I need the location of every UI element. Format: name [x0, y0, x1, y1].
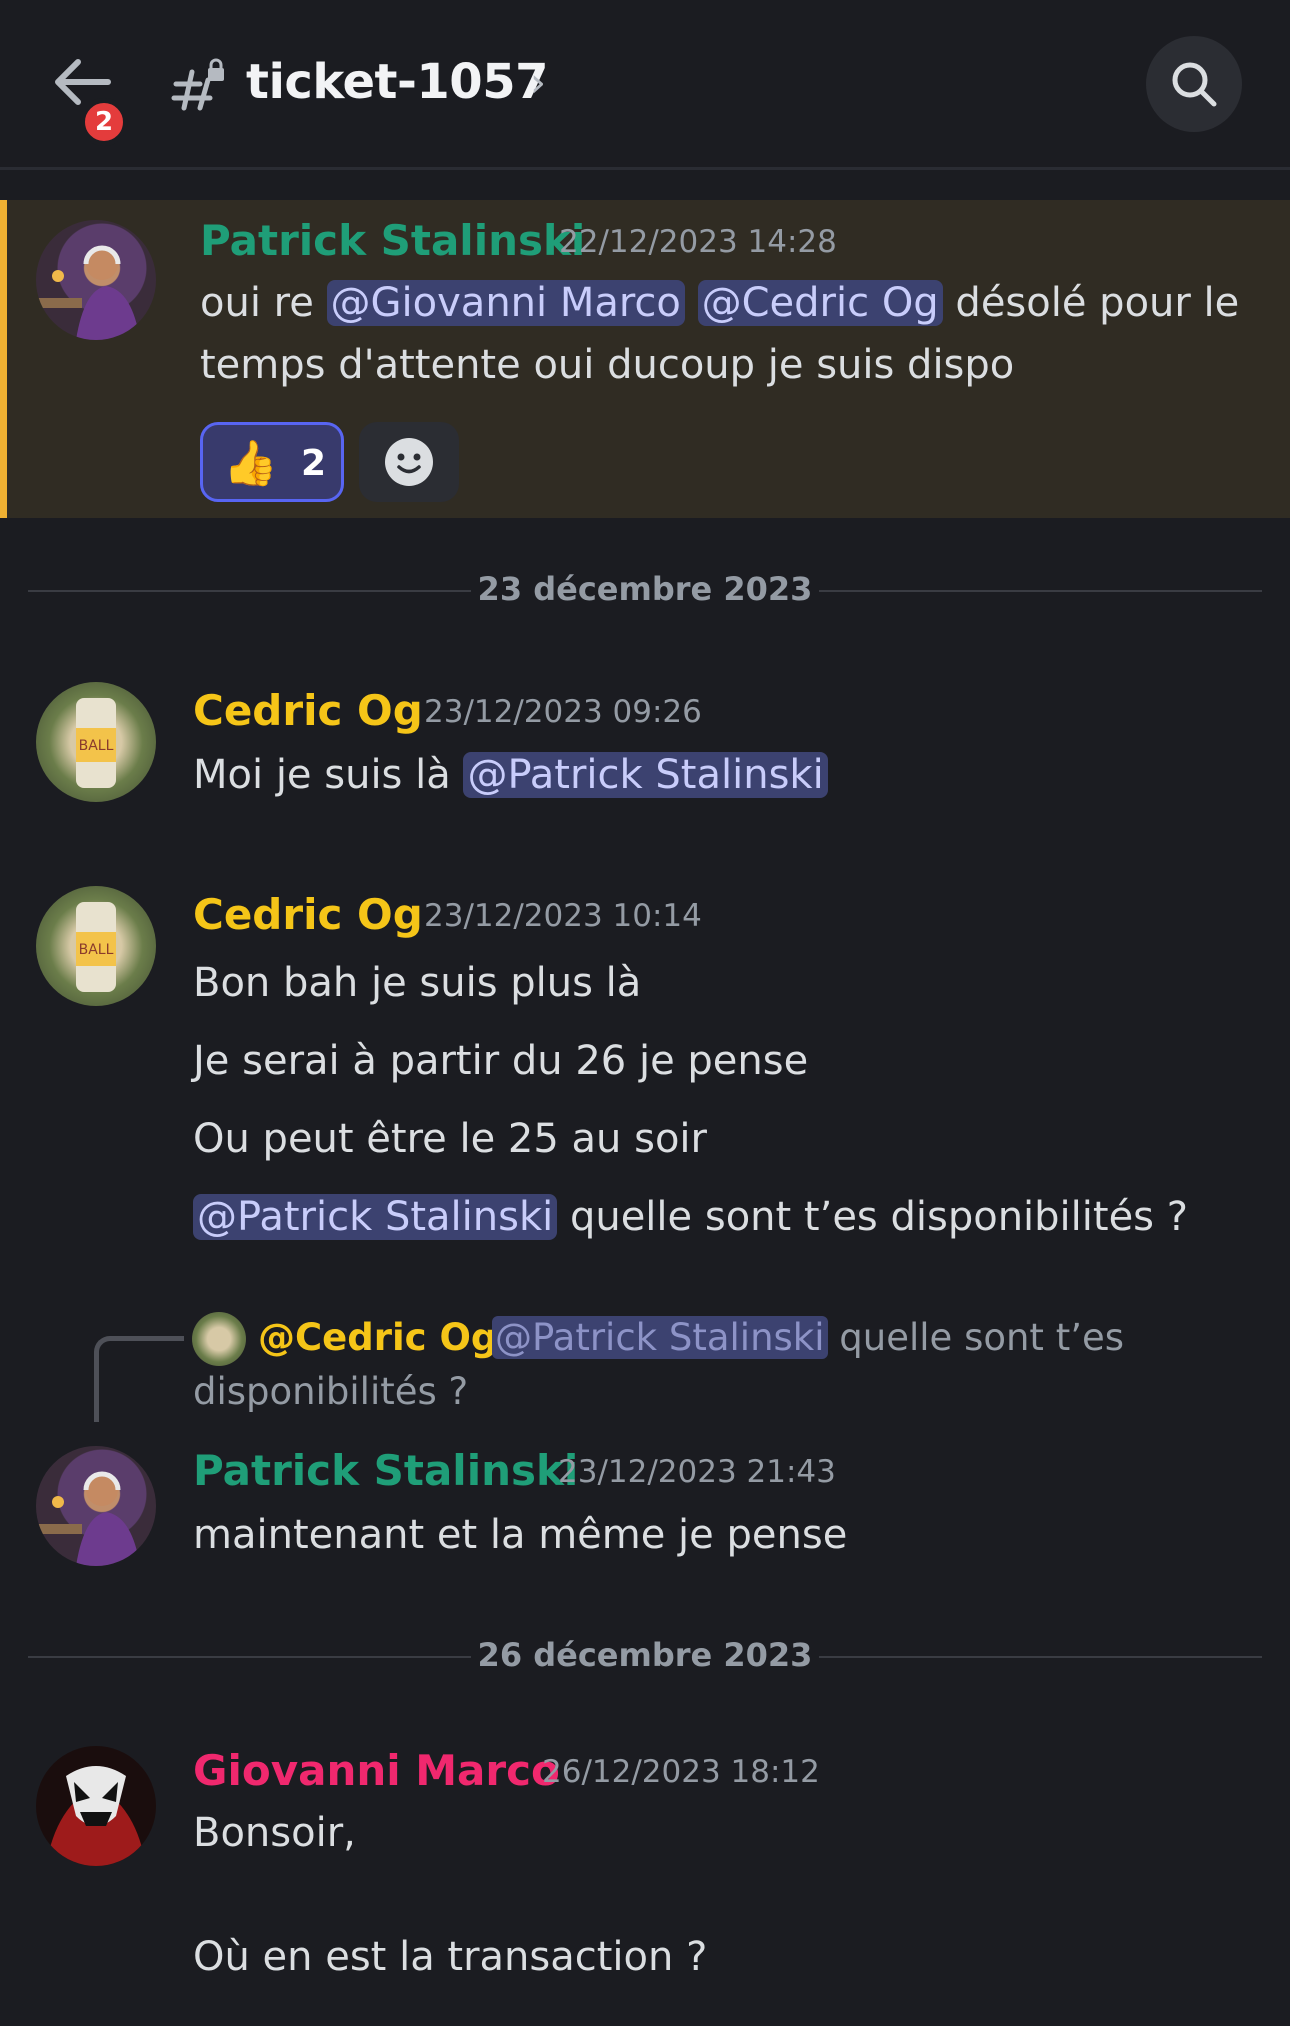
reply-author[interactable]: @Cedric Og: [258, 1316, 497, 1359]
message-text-line: Ou peut être le 25 au soir: [193, 1116, 707, 1162]
message[interactable]: Giovanni Marco 26/12/2023 18:12 Bonsoir,…: [0, 1730, 1290, 2026]
message-timestamp: 26/12/2023 18:12: [542, 1754, 820, 1790]
private-channel-icon: [171, 58, 224, 111]
message-timestamp: 23/12/2023 21:43: [558, 1454, 836, 1490]
avatar[interactable]: BALL: [36, 682, 156, 802]
message[interactable]: BALL Cedric Og 23/12/2023 09:26 Moi je s…: [0, 670, 1290, 820]
message-author[interactable]: Cedric Og: [193, 686, 423, 735]
thumbs-up-icon: 👍: [223, 438, 278, 489]
message-text: maintenant et la même je pense: [193, 1512, 848, 1558]
text-fragment: quelle sont t’es disponibilités ?: [569, 1194, 1188, 1240]
message-text-line: Où en est la transaction ?: [193, 1934, 708, 1980]
date-divider: 23 décembre 2023: [28, 570, 1262, 610]
chevron-right-icon[interactable]: ›: [530, 60, 546, 106]
user-mention[interactable]: @Patrick Stalinski: [193, 1194, 558, 1240]
text-fragment: quelle sont t’es: [839, 1316, 1125, 1359]
avatar-art: [46, 1766, 146, 1866]
reply-preview-text[interactable]: disponibilités ?: [193, 1370, 468, 1413]
message-author[interactable]: Cedric Og: [193, 890, 423, 939]
message-text-line: Je serai à partir du 26 je pense: [193, 1038, 809, 1084]
user-mention[interactable]: @Patrick Stalinski: [463, 752, 828, 798]
message-author[interactable]: Patrick Stalinski: [200, 216, 585, 265]
reply-avatar[interactable]: [192, 1312, 246, 1366]
smiley-icon: [385, 438, 433, 486]
message-author[interactable]: Patrick Stalinski: [193, 1446, 578, 1495]
message-text: Moi je suis là @Patrick Stalinski: [193, 744, 828, 806]
message-text-line: temps d'attente oui ducoup je suis dispo: [200, 342, 1015, 388]
message-author[interactable]: Giovanni Marco: [193, 1746, 560, 1795]
message[interactable]: BALL Cedric Og 23/12/2023 10:14 Bon bah …: [0, 874, 1290, 1254]
svg-text:BALL: BALL: [79, 942, 114, 958]
message-text-line: @Patrick Stalinski quelle sont t’es disp…: [193, 1186, 1188, 1248]
message-timestamp: 22/12/2023 14:28: [559, 224, 837, 260]
avatar[interactable]: [36, 1446, 156, 1566]
divider-line: [28, 590, 471, 592]
reaction-thumbs-up[interactable]: 👍 2: [200, 422, 344, 502]
text-fragment: oui re: [200, 280, 314, 326]
avatar[interactable]: [36, 220, 156, 340]
divider-date: 23 décembre 2023: [477, 570, 813, 608]
divider-line: [819, 590, 1262, 592]
reaction-count: 2: [301, 443, 327, 484]
text-fragment: désolé pour le: [955, 280, 1240, 326]
avatar-art: [36, 245, 140, 340]
reply-mention: @Patrick Stalinski: [492, 1316, 828, 1359]
divider-line: [28, 1656, 471, 1658]
avatar[interactable]: [36, 1746, 156, 1866]
channel-header: 2 ticket-1057 ›: [0, 0, 1290, 170]
avatar[interactable]: BALL: [36, 886, 156, 1006]
avatar-art: BALL: [76, 698, 116, 788]
message-highlighted[interactable]: Patrick Stalinski 22/12/2023 14:28 oui r…: [0, 200, 1290, 518]
message-text: oui re @Giovanni Marco @Cedric Og désolé…: [200, 272, 1239, 334]
add-reaction-button[interactable]: [359, 422, 459, 502]
back-button[interactable]: 2: [52, 52, 132, 146]
message-timestamp: 23/12/2023 10:14: [424, 898, 702, 934]
message[interactable]: Patrick Stalinski 23/12/2023 21:43 maint…: [0, 1430, 1290, 1580]
user-mention[interactable]: @Giovanni Marco: [326, 280, 685, 326]
search-icon: [1172, 62, 1217, 107]
unread-badge: 2: [80, 98, 128, 146]
svg-text:BALL: BALL: [79, 738, 114, 754]
message-text-line: Bon bah je suis plus là: [193, 960, 642, 1006]
search-button[interactable]: [1146, 36, 1242, 132]
divider-line: [819, 1656, 1262, 1658]
message-timestamp: 23/12/2023 09:26: [424, 694, 702, 730]
avatar-art: BALL: [76, 902, 116, 992]
channel-title[interactable]: ticket-1057: [246, 54, 549, 110]
date-divider: 26 décembre 2023: [28, 1636, 1262, 1676]
user-mention[interactable]: @Cedric Og: [697, 280, 943, 326]
text-fragment: Moi je suis là: [193, 752, 451, 798]
reply-connector: [94, 1336, 184, 1422]
avatar-art: [36, 1471, 140, 1566]
message-text-line: Bonsoir,: [193, 1810, 356, 1856]
divider-date: 26 décembre 2023: [477, 1636, 813, 1674]
reply-preview-text[interactable]: @Patrick Stalinski quelle sont t’es: [492, 1316, 1124, 1359]
